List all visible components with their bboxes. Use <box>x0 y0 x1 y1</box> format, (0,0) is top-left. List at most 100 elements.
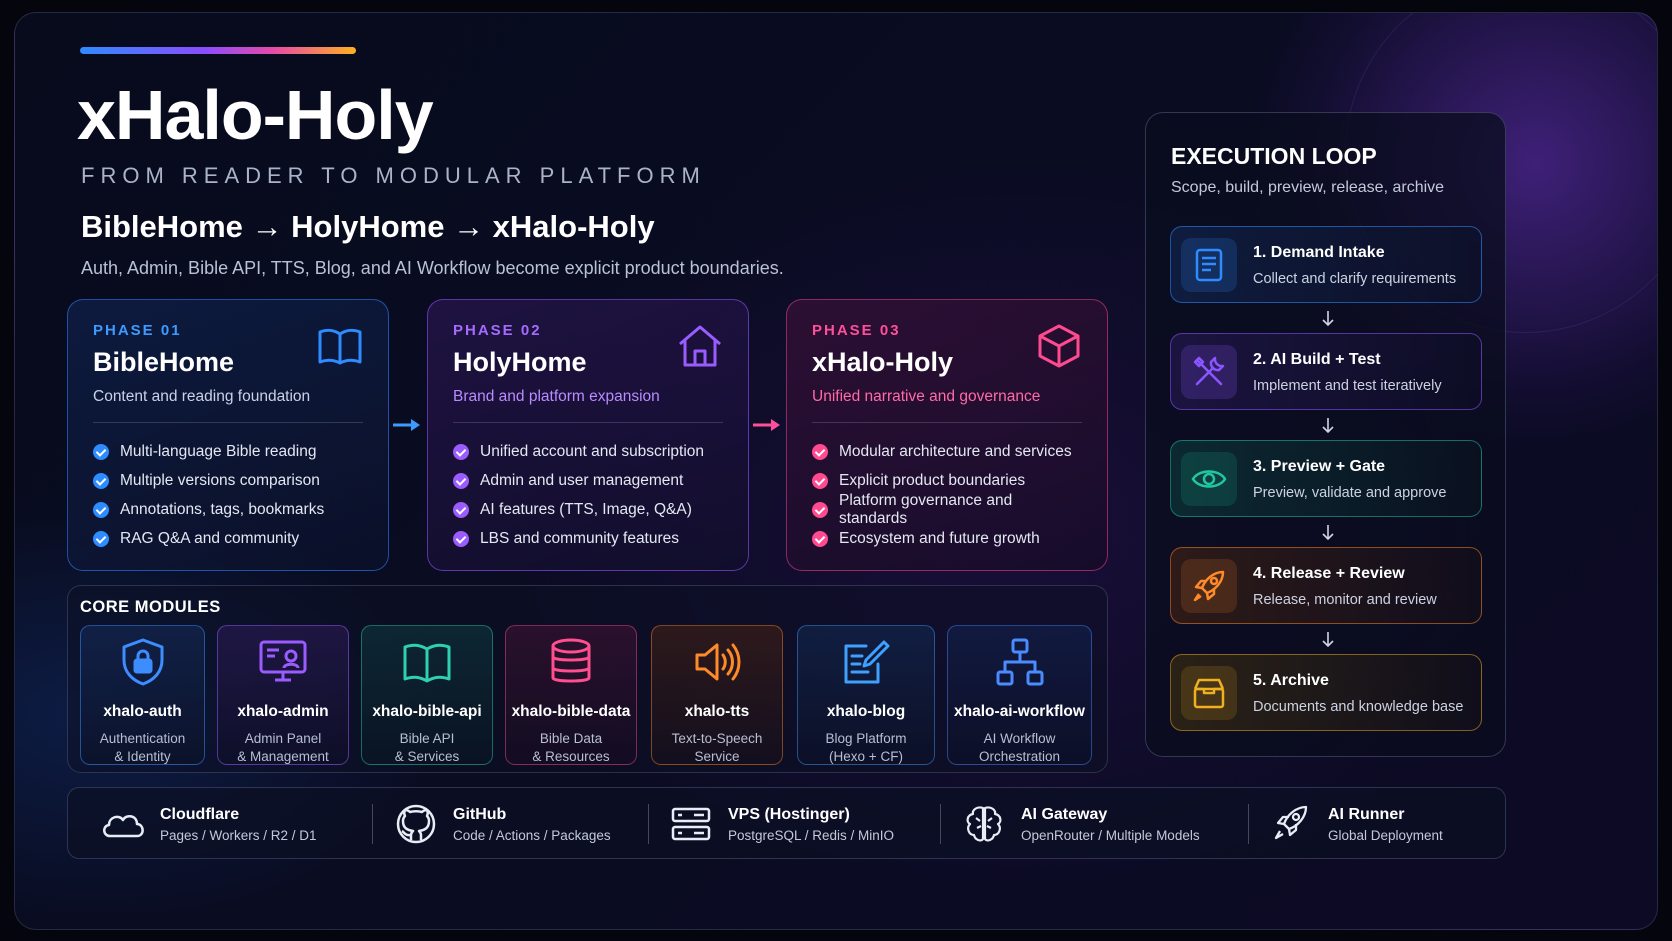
server-icon <box>671 807 711 841</box>
module-name: xhalo-bible-data <box>511 703 631 720</box>
step-description: Preview, validate and approve <box>1253 485 1447 501</box>
cube-icon <box>1038 324 1080 368</box>
rocket-icon <box>1274 805 1308 840</box>
phase-feature: RAG Q&A and community <box>93 524 363 553</box>
infra-divider <box>372 804 373 844</box>
phase-feature-list: Modular architecture and services Explic… <box>812 437 1082 553</box>
infra-cloudflare: Cloudflare Pages / Workers / R2 / D1 <box>100 788 317 860</box>
loop-step-4[interactable]: 4. Release + Review Release, monitor and… <box>1170 547 1482 624</box>
header-description: Auth, Admin, Bible API, TTS, Blog, and A… <box>81 258 784 278</box>
check-icon <box>453 472 469 489</box>
speaker-icon <box>695 643 741 681</box>
check-icon <box>453 530 469 547</box>
step-description: Collect and clarify requirements <box>1253 271 1457 287</box>
loop-step-5[interactable]: 5. Archive Documents and knowledge base <box>1170 654 1482 731</box>
phase-feature: Modular architecture and services <box>812 437 1082 466</box>
phase-feature: Platform governance and standards <box>812 492 1082 527</box>
module-card-tts[interactable]: xhalo-tts Text-to-Speech Service <box>651 625 783 765</box>
infra-ai-runner: AI Runner Global Deployment <box>1268 788 1443 860</box>
module-name: xhalo-auth <box>103 703 182 720</box>
module-description: AI Workflow Orchestration <box>978 731 1061 764</box>
phase-card-02: PHASE 02 HolyHome Brand and platform exp… <box>427 299 749 571</box>
module-description: Text-to-Speech Service <box>671 731 763 764</box>
phase-divider <box>93 422 363 423</box>
arrow-down-icon <box>1322 418 1334 434</box>
open-book-icon <box>403 643 451 683</box>
module-card-blog[interactable]: xhalo-blog Blog Platform (Hexo + CF) <box>797 625 935 765</box>
rocket-icon <box>1193 570 1225 602</box>
loop-step-1[interactable]: 1. Demand Intake Collect and clarify req… <box>1170 226 1482 303</box>
execution-loop-subtitle: Scope, build, preview, release, archive <box>1171 179 1445 196</box>
step-description: Documents and knowledge base <box>1253 699 1464 715</box>
infographic-canvas: xHalo-Holy FROM READER TO MODULAR PLATFO… <box>14 12 1658 930</box>
archive-box-icon <box>1193 678 1225 709</box>
step-icon-box <box>1181 345 1237 399</box>
arrow-down-icon <box>1322 632 1334 648</box>
step-icon-box <box>1181 238 1237 292</box>
infra-github: GitHub Code / Actions / Packages <box>393 788 611 860</box>
infrastructure-bar: Cloudflare Pages / Workers / R2 / D1 GitH… <box>67 787 1506 859</box>
module-name: xhalo-blog <box>826 703 906 720</box>
phase-feature: Unified account and subscription <box>453 437 723 466</box>
core-modules-title: CORE MODULES <box>80 598 221 616</box>
loop-step-3[interactable]: 3. Preview + Gate Preview, validate and … <box>1170 440 1482 517</box>
module-description: Bible Data & Resources <box>532 731 610 764</box>
module-card-bible-api[interactable]: xhalo-bible-api Bible API & Services <box>361 625 493 765</box>
step-title: 3. Preview + Gate <box>1253 458 1386 475</box>
check-icon <box>453 443 469 460</box>
edit-icon <box>844 640 890 684</box>
module-card-auth[interactable]: xhalo-auth Authentication & Identity <box>80 625 205 765</box>
phase-feature-list: Multi-language Bible reading Multiple ve… <box>93 437 363 553</box>
step-title: 2. AI Build + Test <box>1253 351 1381 368</box>
document-icon <box>1195 248 1223 282</box>
module-name: xhalo-tts <box>684 703 750 720</box>
check-icon <box>812 501 828 518</box>
step-icon-box <box>1181 559 1237 613</box>
module-name: xhalo-ai-workflow <box>954 703 1085 720</box>
phase-subtitle: Content and reading foundation <box>93 388 311 405</box>
step-description: Release, monitor and review <box>1253 592 1437 608</box>
loop-step-2[interactable]: 2. AI Build + Test Implement and test it… <box>1170 333 1482 410</box>
arrow-down-icon <box>1322 311 1334 327</box>
infra-divider <box>648 804 649 844</box>
infra-ai-gateway: AI Gateway OpenRouter / Multiple Models <box>961 788 1200 860</box>
phase-card-01: PHASE 01 BibleHome Content and reading f… <box>67 299 389 571</box>
module-description: Authentication & Identity <box>99 731 186 764</box>
main-title: xHalo-Holy <box>77 76 434 154</box>
infra-divider <box>1248 804 1249 844</box>
check-icon <box>453 501 469 518</box>
phase-feature: Ecosystem and future growth <box>812 524 1082 553</box>
execution-loop-title: EXECUTION LOOP <box>1171 143 1377 169</box>
main-subtitle: FROM READER TO MODULAR PLATFORM <box>81 163 706 188</box>
phase-feature: Multi-language Bible reading <box>93 437 363 466</box>
tools-icon <box>1193 356 1225 386</box>
check-icon <box>93 472 109 489</box>
step-title: 5. Archive <box>1253 672 1329 689</box>
module-description: Blog Platform (Hexo + CF) <box>825 731 907 764</box>
gradient-accent-bar <box>80 47 356 54</box>
module-card-admin[interactable]: xhalo-admin Admin Panel & Management <box>217 625 349 765</box>
house-icon <box>679 325 721 367</box>
database-icon <box>551 638 591 683</box>
module-card-bible-data[interactable]: xhalo-bible-data Bible Data & Resources <box>505 625 637 765</box>
eye-icon <box>1191 470 1227 488</box>
module-description: Bible API & Services <box>394 731 460 764</box>
check-icon <box>93 501 109 518</box>
cloud-icon <box>103 815 144 838</box>
phase-feature: Multiple versions comparison <box>93 466 363 495</box>
arrow-down-icon <box>1322 525 1334 541</box>
phase-subtitle: Unified narrative and governance <box>812 388 1041 405</box>
phase-feature: AI features (TTS, Image, Q&A) <box>453 495 723 524</box>
check-icon <box>812 443 828 460</box>
module-card-ai-workflow[interactable]: xhalo-ai-workflow AI Workflow Orchestrat… <box>947 625 1092 765</box>
step-icon-box <box>1181 452 1237 506</box>
evolution-flow: BibleHome → HolyHome → xHalo-Holy <box>81 209 655 244</box>
shield-lock-icon <box>122 638 163 686</box>
core-modules-panel: CORE MODULES xhalo-auth Authentication &… <box>67 585 1108 773</box>
github-icon <box>396 804 436 844</box>
module-name: xhalo-admin <box>237 703 329 720</box>
phase-divider <box>812 422 1082 423</box>
infra-divider <box>940 804 941 844</box>
step-icon-box <box>1181 666 1237 720</box>
module-description: Admin Panel & Management <box>237 731 329 764</box>
